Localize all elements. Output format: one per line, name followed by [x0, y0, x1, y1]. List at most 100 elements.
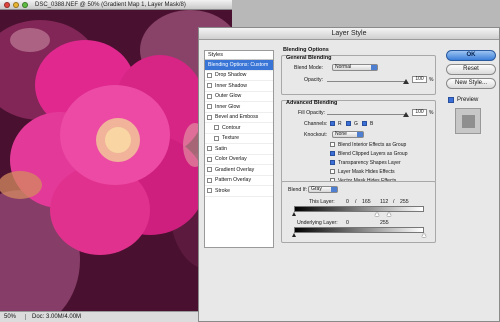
advanced-option-label: Blend Interior Effects as Group — [338, 142, 407, 148]
channel-b-checkbox[interactable] — [362, 121, 367, 126]
styles-list-item-label: Blending Options: Custom — [208, 61, 269, 68]
doc-size: Doc: 3.00M/4.00M — [32, 314, 82, 320]
new-style-button[interactable]: New Style... — [446, 78, 496, 89]
underlying-white-slider[interactable] — [422, 233, 426, 237]
underlying-black-slider[interactable] — [292, 233, 296, 237]
opacity-input[interactable]: 100 — [412, 76, 427, 83]
advanced-option-label: Blend Clipped Layers as Group — [338, 151, 408, 157]
minimize-icon[interactable] — [13, 1, 19, 8]
blend-if-select[interactable]: Gray — [308, 186, 338, 193]
advanced-option-label: Layer Mask Hides Effects — [338, 169, 395, 175]
styles-list-item-label: Inner Shadow — [215, 82, 248, 89]
styles-list-item[interactable]: Contour — [205, 123, 273, 134]
style-checkbox[interactable] — [207, 156, 212, 162]
style-checkbox[interactable] — [207, 188, 212, 194]
general-blending-group: General Blending Blend Mode: Normal Opac… — [281, 55, 436, 95]
this-layer-gradient — [294, 206, 424, 212]
style-checkbox[interactable] — [214, 135, 219, 141]
style-checkbox[interactable] — [207, 83, 212, 89]
blend-if-label: Blend If: — [288, 187, 308, 193]
this-layer-black-split-value: 165 — [362, 199, 371, 205]
opacity-slider[interactable] — [327, 81, 407, 82]
styles-list-item-label: Contour — [222, 124, 241, 131]
styles-list-item-label: Bevel and Emboss — [215, 114, 259, 121]
styles-list-item[interactable]: Inner Glow — [205, 102, 273, 113]
styles-list-item[interactable]: Drop Shadow — [205, 71, 273, 81]
close-icon[interactable] — [4, 1, 10, 8]
zoom-level[interactable]: 50% — [4, 314, 26, 320]
styles-list-item[interactable]: Color Overlay — [205, 155, 273, 165]
styles-list-item[interactable]: Outer Glow — [205, 92, 273, 102]
fill-opacity-input[interactable]: 100 — [412, 109, 427, 116]
styles-list-item[interactable]: Blending Options: Custom — [205, 60, 273, 71]
style-checkbox[interactable] — [214, 125, 219, 131]
blend-mode-value: Normal — [335, 64, 352, 70]
this-layer-white-split-slider[interactable] — [375, 212, 379, 216]
this-layer-black-slider[interactable] — [292, 212, 296, 216]
advanced-option-checkbox[interactable] — [330, 142, 335, 147]
preview-label: Preview — [457, 97, 479, 103]
advanced-option-checkbox[interactable] — [330, 160, 335, 165]
styles-list-item[interactable]: Pattern Overlay — [205, 176, 273, 186]
this-layer-white-split-value: 112 — [380, 199, 389, 205]
styles-list-item-label: Color Overlay — [215, 156, 247, 163]
reset-button[interactable]: Reset — [446, 64, 496, 75]
zoom-icon[interactable] — [22, 1, 28, 8]
advanced-option-checkbox[interactable] — [330, 169, 335, 174]
opacity-unit: % — [429, 77, 434, 83]
styles-list-item[interactable]: Satin — [205, 144, 273, 155]
this-layer-separator-1: / — [355, 199, 357, 205]
chevron-down-icon — [371, 65, 377, 70]
chevron-down-icon — [357, 132, 363, 137]
style-checkbox[interactable] — [207, 93, 212, 99]
preview-checkbox[interactable] — [448, 97, 454, 103]
fill-opacity-slider-handle[interactable] — [403, 112, 409, 117]
ok-button[interactable]: OK — [446, 50, 496, 61]
document-title-bar: DSC_0388.NEF @ 50% (Gradient Map 1, Laye… — [0, 0, 232, 10]
style-checkbox[interactable] — [207, 72, 212, 78]
blend-mode-select[interactable]: Normal — [332, 64, 378, 71]
styles-header[interactable]: Styles — [205, 51, 273, 60]
blend-if-group: Blend If: Gray This Layer: 0 / 165 112 /… — [281, 181, 436, 243]
chevron-down-icon — [331, 187, 337, 192]
styles-list-item-label: Inner Glow — [215, 103, 241, 110]
styles-list-item[interactable]: Stroke — [205, 186, 273, 197]
this-layer-white-slider[interactable] — [387, 212, 391, 216]
styles-list-item-label: Gradient Overlay — [215, 166, 255, 173]
styles-list-item[interactable]: Bevel and Emboss — [205, 113, 273, 123]
fill-opacity-slider[interactable] — [327, 114, 407, 115]
fill-opacity-unit: % — [429, 110, 434, 116]
blending-options-title: Blending Options — [283, 47, 329, 53]
this-layer-separator-2: / — [393, 199, 395, 205]
style-checkbox[interactable] — [207, 146, 212, 152]
channel-r-checkbox[interactable] — [330, 121, 335, 126]
opacity-label: Opacity: — [304, 77, 324, 83]
styles-list-item-label: Pattern Overlay — [215, 177, 252, 184]
styles-list-item-label: Drop Shadow — [215, 72, 247, 79]
style-preview-swatch — [455, 108, 481, 134]
advanced-option-checkbox[interactable] — [330, 151, 335, 156]
styles-list-item[interactable]: Inner Shadow — [205, 81, 273, 92]
style-checkbox[interactable] — [207, 104, 212, 110]
styles-list-item-label: Texture — [222, 135, 240, 142]
blend-if-value: Gray — [311, 186, 322, 192]
underlying-black-value: 0 — [346, 220, 349, 226]
styles-list-item-label: Stroke — [215, 187, 230, 194]
this-layer-black-value: 0 — [346, 199, 349, 205]
styles-list-item[interactable]: Gradient Overlay — [205, 165, 273, 176]
styles-list: Styles Blending Options: Custom Drop Shad… — [204, 50, 274, 248]
styles-list-item[interactable]: Texture — [205, 134, 273, 144]
channels-label: Channels: — [304, 121, 328, 127]
underlying-white-value: 255 — [380, 220, 389, 226]
channel-g-checkbox[interactable] — [346, 121, 351, 126]
style-checkbox[interactable] — [207, 177, 212, 183]
channel-g-label: G — [354, 121, 358, 127]
knockout-select[interactable]: None — [332, 131, 364, 138]
style-checkbox[interactable] — [207, 167, 212, 173]
underlying-layer-gradient — [294, 227, 424, 233]
opacity-slider-handle[interactable] — [403, 79, 409, 84]
this-layer-white-value: 255 — [400, 199, 409, 205]
styles-list-item-label: Outer Glow — [215, 93, 242, 100]
layer-style-dialog: Layer Style Styles Blending Options: Cus… — [198, 27, 500, 322]
style-checkbox[interactable] — [207, 114, 212, 120]
